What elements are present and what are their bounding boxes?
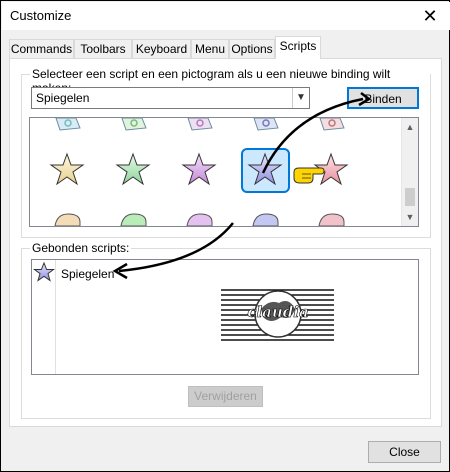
- customize-dialog: Customize ✕ Commands Toolbars Keyboard M…: [0, 0, 450, 472]
- tab-scripts[interactable]: Scripts: [275, 36, 321, 59]
- arrow-to-bind-button: [261, 97, 364, 174]
- annotation-arrows: [112, 92, 372, 280]
- arrow-to-bound-script: [118, 222, 234, 273]
